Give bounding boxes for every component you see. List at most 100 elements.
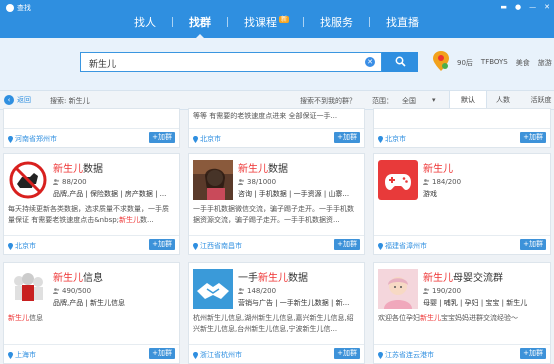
card-footer: 北京市 +加群 [189,128,364,147]
members-icon [423,288,430,294]
tab-find-courses[interactable]: 找课程新 [228,14,303,30]
group-avatar [193,269,233,309]
group-avatar [8,269,48,309]
desc-highlight: 新生儿 [420,314,441,322]
group-card[interactable]: 等等 有需要的老铁速度点进来 全部保证一手... 北京市 +加群 [188,108,365,148]
member-count-text: 88/200 [62,178,87,186]
card-footer: 上海市 +加群 [4,344,179,363]
chevron-down-icon[interactable]: ▾ [432,96,436,104]
group-name[interactable]: 一手新生儿数据 [238,269,308,284]
back-button[interactable]: ‹ 返回 [4,95,31,105]
members-icon [238,179,245,185]
group-card[interactable]: 河南省郑州市 +加群 [3,108,180,148]
group-name[interactable]: 新生儿信息 [53,269,103,284]
group-avatar [193,160,233,200]
card-footer: 浙江省杭州市 +加群 [189,344,364,363]
group-name[interactable]: 新生儿数据 [53,160,103,175]
group-name[interactable]: 新生儿母婴交流群 [423,269,503,284]
location-pin-icon [8,351,13,359]
join-group-button[interactable]: +加群 [520,348,546,359]
location-text: 福建省漳州市 [385,242,427,250]
group-tags: 品牌,产品 | 新生儿信息 [53,299,126,307]
group-card[interactable]: 新生儿信息 490/500 品牌,产品 | 新生儿信息 新生儿信息 上海市 +加… [3,262,180,364]
quick-tag[interactable]: 90后 [457,58,473,68]
group-card[interactable]: 新生儿数据 38/1000 咨询 | 手机数据 | 一手资源 | 山寨... 一… [188,153,365,255]
group-name-highlight: 新生儿 [423,273,453,284]
card-description: 新生儿信息 [8,313,174,324]
tab-find-groups[interactable]: 找群 [173,14,227,38]
menu-icon[interactable]: ▬ [500,3,507,11]
group-tags: 品牌,产品 | 保险数据 | 房产数据 | ... [53,190,167,198]
join-group-button[interactable]: +加群 [334,132,360,143]
quick-tag[interactable]: 美食 [516,58,530,68]
group-name-rest: 数据 [288,273,308,284]
group-name[interactable]: 新生儿 [423,160,453,175]
quick-tag[interactable]: TFBOYS [481,58,508,68]
back-arrow-icon: ‹ [4,95,14,105]
scope-select[interactable]: 全国 [402,96,416,106]
member-count: 190/200 [423,287,461,295]
group-card[interactable]: 新生儿母婴交流群 190/200 母婴 | 哺乳 | 孕妇 | 宝宝 | 新生儿… [373,262,551,364]
tab-find-people[interactable]: 找人 [118,14,172,30]
tab-find-live[interactable]: 找直播 [370,14,435,30]
group-name[interactable]: 新生儿数据 [238,160,288,175]
desc-text: 宝宝妈妈进群交流经验～ [441,314,518,322]
group-name-rest: 数据 [268,164,288,175]
location-text: 江苏省连云港市 [385,351,434,359]
desc-text: 数... [140,216,154,224]
lock-icon[interactable]: ● [515,3,521,11]
close-icon[interactable]: ✕ [544,3,550,11]
desc-text: 信息 [29,314,43,322]
group-tags: 咨询 | 手机数据 | 一手资源 | 山寨... [238,190,350,198]
app-logo-icon [6,4,14,12]
card-footer: 江西省南昌市 +加群 [189,235,364,254]
members-icon [53,179,60,185]
join-group-button[interactable]: +加群 [334,239,360,250]
quick-tag[interactable]: 旅游 [538,58,552,68]
location-pin-icon [378,135,383,143]
back-label: 返回 [17,96,31,104]
member-count-text: 184/200 [432,178,462,186]
card-description: 等等 有需要的老铁速度点进来 全部保证一手... [193,112,338,120]
join-group-button[interactable]: +加群 [334,348,360,359]
scope-label: 范围： [372,97,393,105]
location-pin-icon [378,351,383,359]
location-text: 江西省南昌市 [200,242,242,250]
clear-icon[interactable]: ✕ [365,57,375,67]
search-icon [395,56,406,67]
search-box: ✕ [80,52,382,72]
member-count: 184/200 [423,178,461,186]
card-footer: 河南省郑州市 +加群 [4,128,179,147]
desc-highlight: 新生儿 [119,216,141,224]
group-name-highlight: 新生儿 [258,273,288,284]
card-location: 上海市 [8,350,36,360]
group-name-highlight: 新生儿 [423,164,453,175]
group-card[interactable]: 新生儿 184/200 游戏 福建省漳州市 +加群 [373,153,551,255]
search-summary: 搜索: 新生儿 [50,97,90,105]
join-group-button[interactable]: +加群 [149,239,175,250]
join-group-button[interactable]: +加群 [149,348,175,359]
tab-find-services[interactable]: 找服务 [304,14,369,30]
group-card[interactable]: 北京市 +加群 [373,108,551,148]
card-location: 北京市 [378,134,406,144]
no-result-link[interactable]: 搜索不到我的群？ [300,96,356,106]
join-group-button[interactable]: +加群 [149,132,175,143]
desc-text: 一手手机数据微信交流，骗子踢子走开。一手手机数据资源交流，骗子踢子走开。一手手机… [193,205,354,224]
minimize-icon[interactable]: — [529,3,536,11]
location-text: 浙江省杭州市 [200,351,242,359]
join-group-button[interactable]: +加群 [520,132,546,143]
group-name-highlight: 新生儿 [238,164,268,175]
join-group-button[interactable]: +加群 [520,239,546,250]
search-button[interactable] [382,52,418,72]
group-card[interactable]: 一手新生儿数据 148/200 营销与广告 | 一手新生儿数据 | 新... 杭… [188,262,365,364]
group-card[interactable]: 新生儿数据 88/200 品牌,产品 | 保险数据 | 房产数据 | ... 每… [3,153,180,255]
location-pin-icon [378,242,383,250]
search-input[interactable] [87,55,361,71]
location-pin-icon[interactable] [432,50,450,72]
location-text: 上海市 [15,351,36,359]
member-count: 88/200 [53,178,87,186]
card-location: 福建省漳州市 [378,241,427,251]
window-controls: ▬ ● — ✕ [500,3,550,11]
members-icon [53,288,60,294]
card-description: 每天持续更新各类数据，选求质量不求数量，一手质量保证 有需要老铁速度点击&nbs… [8,204,174,226]
